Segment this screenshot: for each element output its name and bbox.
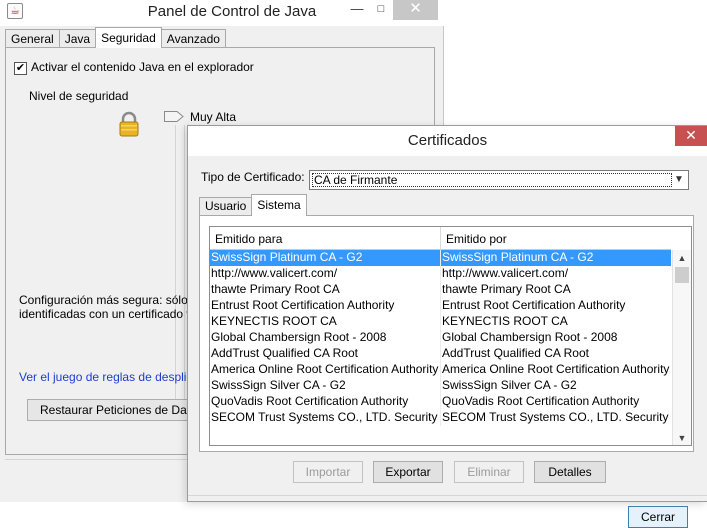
- certificate-type-label: Tipo de Certificado:: [201, 170, 305, 184]
- cell-issued-to: America Online Root Certification Author…: [211, 362, 441, 378]
- scrollbar-thumb[interactable]: [675, 267, 689, 283]
- cell-issued-to: http://www.valicert.com/: [210, 266, 441, 282]
- minimize-button[interactable]: —: [345, 0, 369, 20]
- table-header: Emitido para Emitido por: [210, 227, 671, 250]
- certificate-tabs: Usuario Sistema: [199, 194, 307, 216]
- certificate-type-select[interactable]: CA de Firmante ▼: [309, 170, 689, 190]
- certificates-table: Emitido para Emitido por SwissSign Plati…: [209, 226, 692, 446]
- cell-issued-by: http://www.valicert.com/: [442, 266, 569, 280]
- table-row[interactable]: http://www.valicert.com/http://www.valic…: [210, 266, 671, 282]
- table-body: SwissSign Platinum CA - G2 SwissSign Plat…: [210, 250, 671, 445]
- table-scrollbar[interactable]: ▲ ▼: [672, 250, 691, 445]
- cell-issued-by: America Online Root Certification Author…: [442, 362, 671, 376]
- cell-issued-to: KEYNECTIS ROOT CA: [210, 314, 441, 330]
- tab-system[interactable]: Sistema: [251, 194, 307, 216]
- system-certificates-panel: Emitido para Emitido por SwissSign Plati…: [199, 215, 694, 452]
- table-row[interactable]: SECOM Trust Systems CO., LTD. Security C…: [210, 410, 671, 426]
- enable-java-checkbox[interactable]: ✔: [14, 62, 27, 75]
- security-level-very-high: Muy Alta: [190, 110, 237, 124]
- table-row[interactable]: America Online Root Certification Author…: [210, 362, 671, 378]
- cell-issued-to: QuoVadis Root Certification Authority: [210, 394, 441, 410]
- scroll-down-icon[interactable]: ▼: [673, 430, 691, 445]
- cell-issued-to: SECOM Trust Systems CO., LTD. Security C…: [211, 410, 441, 426]
- cell-issued-to: Entrust Root Certification Authority: [210, 298, 441, 314]
- cell-issued-to: Global Chambersign Root - 2008: [210, 330, 441, 346]
- cell-issued-by: SwissSign Silver CA - G2: [442, 378, 577, 392]
- tab-general[interactable]: General: [5, 29, 60, 48]
- dialog-close-button[interactable]: ✕: [675, 126, 707, 146]
- cell-issued-by: SwissSign Platinum CA - G2: [442, 250, 594, 264]
- security-level-label: Nivel de seguridad: [29, 89, 129, 103]
- tab-user[interactable]: Usuario: [199, 197, 253, 216]
- close-button[interactable]: ✕: [393, 0, 438, 20]
- security-description: Configuración más segura: sólo se identi…: [19, 293, 189, 321]
- cell-issued-by: QuoVadis Root Certification Authority: [442, 394, 640, 408]
- table-row[interactable]: KEYNECTIS ROOT CA KEYNECTIS ROOT CA: [210, 314, 671, 330]
- lock-icon: [119, 111, 139, 137]
- cell-issued-to: SwissSign Silver CA - G2: [210, 378, 441, 394]
- java-control-panel-titlebar: ☕ Panel de Control de Java — □ ✕: [0, 0, 444, 26]
- import-button[interactable]: Importar: [293, 461, 363, 483]
- cell-issued-by: thawte Primary Root CA: [442, 282, 571, 296]
- table-row[interactable]: Entrust Root Certification Authority Entr…: [210, 298, 671, 314]
- cell-issued-to: AddTrust Qualified CA Root: [210, 346, 441, 362]
- close-dialog-button[interactable]: Cerrar: [628, 506, 688, 528]
- chevron-down-icon[interactable]: ▼: [670, 171, 688, 189]
- tab-java[interactable]: Java: [58, 29, 97, 48]
- cell-issued-by: AddTrust Qualified CA Root: [442, 346, 589, 360]
- cell-issued-by: KEYNECTIS ROOT CA: [442, 314, 568, 328]
- cell-issued-by: Entrust Root Certification Authority: [442, 298, 626, 312]
- tab-advanced[interactable]: Avanzado: [160, 29, 226, 48]
- dialog-title: Certificados: [407, 132, 488, 149]
- certificate-type-value: CA de Firmante: [312, 173, 672, 187]
- table-row[interactable]: AddTrust Qualified CA Root AddTrust Quali…: [210, 346, 671, 362]
- scroll-up-icon[interactable]: ▲: [673, 250, 691, 266]
- table-row[interactable]: SwissSign Platinum CA - G2 SwissSign Plat…: [210, 250, 671, 266]
- table-row[interactable]: thawte Primary Root CA thawte Primary Roo…: [210, 282, 671, 298]
- delete-button[interactable]: Eliminar: [454, 461, 524, 483]
- table-row[interactable]: SwissSign Silver CA - G2 SwissSign Silver…: [210, 378, 671, 394]
- export-button[interactable]: Exportar: [373, 461, 443, 483]
- table-row[interactable]: Global Chambersign Root - 2008 Global Cha…: [210, 330, 671, 346]
- enable-java-label: Activar el contenido Java en el explorad…: [31, 60, 254, 74]
- tab-security[interactable]: Seguridad: [95, 27, 162, 48]
- table-row[interactable]: QuoVadis Root Certification Authority Quo…: [210, 394, 671, 410]
- certificates-dialog: Certificados ✕ Tipo de Certificado: CA d…: [187, 125, 707, 528]
- dialog-body: Tipo de Certificado: CA de Firmante ▼ Us…: [188, 156, 707, 528]
- dialog-titlebar: Certificados ✕: [188, 126, 707, 156]
- security-slider-thumb[interactable]: [164, 111, 184, 122]
- restore-prompts-button[interactable]: Restaurar Peticiones de Datos: [27, 399, 192, 421]
- cell-issued-by: SECOM Trust Systems CO., LTD. Security C…: [442, 410, 671, 424]
- column-issued-to[interactable]: Emitido para: [210, 227, 441, 250]
- main-tabs: General Java Seguridad Avanzado: [5, 27, 226, 48]
- deployment-rules-link[interactable]: Ver el juego de reglas de despliegu: [19, 370, 189, 384]
- details-button[interactable]: Detalles: [534, 461, 606, 483]
- separator: [188, 495, 707, 496]
- certificate-actions: Importar Exportar Eliminar Detalles: [188, 461, 707, 483]
- column-issued-by[interactable]: Emitido por: [441, 227, 671, 250]
- window-title: Panel de Control de Java: [147, 3, 317, 20]
- maximize-button[interactable]: □: [369, 0, 393, 20]
- cell-issued-by: Global Chambersign Root - 2008: [442, 330, 618, 344]
- cell-issued-to: thawte Primary Root CA: [210, 282, 441, 298]
- cell-issued-to: SwissSign Platinum CA - G2: [210, 250, 441, 266]
